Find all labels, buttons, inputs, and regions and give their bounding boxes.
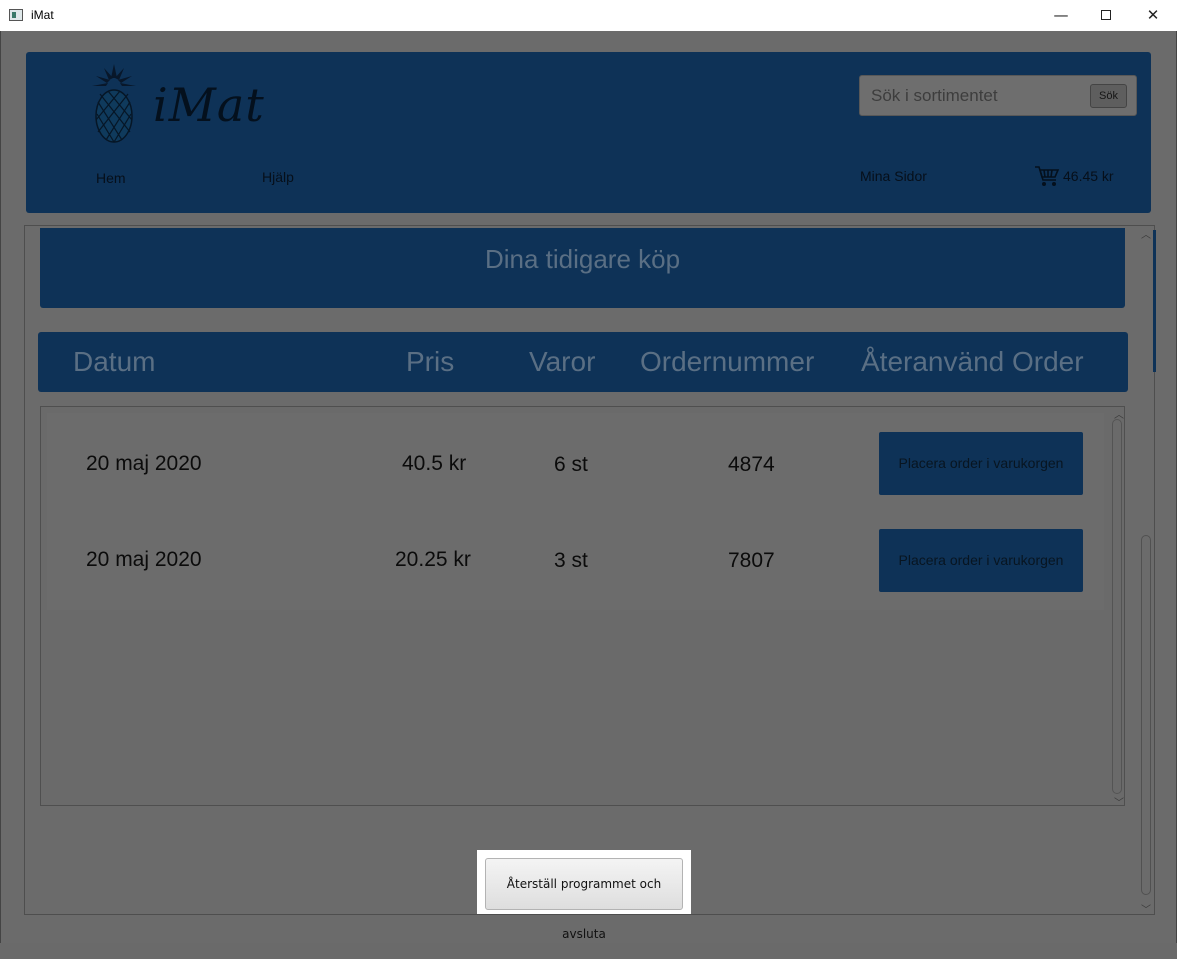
reorder-button[interactable]: Placera order i varukorgen: [879, 529, 1083, 592]
order-number: 4874: [728, 453, 775, 476]
maximize-icon: [1101, 10, 1111, 20]
orders-scroll-up-icon[interactable]: ︿: [1114, 406, 1124, 421]
close-button[interactable]: ✕: [1130, 0, 1176, 31]
window-title: iMat: [31, 8, 54, 22]
order-items: 3 st: [554, 549, 588, 572]
order-price: 20.25 kr: [395, 548, 471, 571]
scroll-up-icon[interactable]: ︿: [1141, 226, 1151, 241]
content-scrollbar-thumb[interactable]: [1141, 535, 1151, 895]
accent-bar: [1153, 230, 1156, 372]
nav-my-pages[interactable]: Mina Sidor: [860, 168, 927, 184]
order-date: 20 maj 2020: [86, 548, 202, 571]
reorder-button[interactable]: Placera order i varukorgen: [879, 432, 1083, 495]
column-header-order-number: Ordernummer: [640, 346, 815, 377]
scroll-down-icon[interactable]: ﹀: [1141, 901, 1151, 916]
order-items: 6 st: [554, 453, 588, 476]
cart-total[interactable]: 46.45 kr: [1063, 168, 1114, 184]
reset-and-exit-button[interactable]: Återställ programmet och avsluta: [485, 858, 683, 941]
shopping-cart-icon[interactable]: [1034, 163, 1060, 189]
minimize-button[interactable]: —: [1038, 0, 1084, 31]
order-number: 7807: [728, 549, 775, 572]
column-header-items: Varor: [529, 346, 596, 377]
column-header-date: Datum: [73, 346, 156, 377]
page-title: Dina tidigare köp: [484, 244, 681, 274]
search-input[interactable]: [861, 77, 1083, 114]
nav-home[interactable]: Hem: [96, 170, 126, 186]
search-button[interactable]: Sök: [1090, 84, 1127, 108]
logo-text[interactable]: iMat: [153, 78, 265, 132]
order-date: 20 maj 2020: [86, 452, 202, 475]
nav-help[interactable]: Hjälp: [262, 169, 294, 185]
orders-scrollbar[interactable]: [1112, 419, 1122, 794]
column-header-price: Pris: [406, 346, 455, 377]
orders-scroll-down-icon[interactable]: ﹀: [1114, 794, 1124, 809]
app-icon: [9, 9, 23, 21]
pineapple-logo-icon[interactable]: [92, 64, 136, 144]
order-price: 40.5 kr: [402, 452, 467, 475]
column-header-reuse: Återanvänd Order: [861, 346, 1084, 377]
window-titlebar: [0, 0, 1177, 31]
